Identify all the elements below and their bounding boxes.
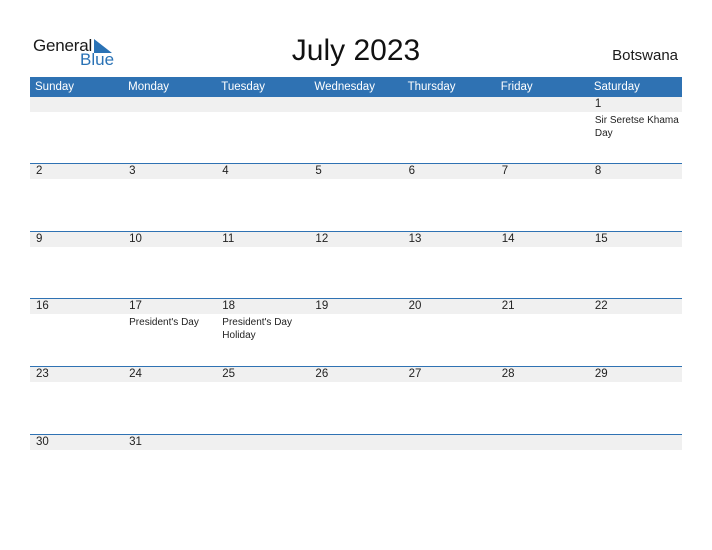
weekday-thursday: Thursday: [407, 81, 456, 93]
day-cell[interactable]: 16: [30, 299, 123, 342]
day-number: 18: [222, 300, 236, 312]
day-number: 20: [408, 300, 422, 312]
day-number: 12: [315, 233, 329, 245]
day-number: 29: [594, 368, 608, 380]
week-row: 1 Sir Seretse Khama Day: [30, 97, 682, 163]
holiday-label: President's Day: [129, 317, 199, 328]
page-title: July 2023: [291, 34, 421, 67]
country-label: Botswana: [612, 47, 678, 64]
day-number: 25: [222, 368, 236, 380]
day-cell[interactable]: 9: [30, 232, 123, 247]
day-cell: [216, 435, 309, 450]
day-cell[interactable]: 4: [216, 164, 309, 179]
day-cell[interactable]: 24: [123, 367, 216, 382]
weekday-tuesday: Tuesday: [221, 81, 265, 93]
week-row: 2 3 4 5 6 7 8: [30, 163, 682, 231]
day-number: 26: [315, 368, 329, 380]
day-number: 19: [315, 300, 329, 312]
day-cell[interactable]: 23: [30, 367, 123, 382]
day-cell: [403, 435, 496, 450]
weekday-wednesday: Wednesday: [314, 81, 375, 93]
day-number: 5: [315, 165, 322, 177]
day-cell: [403, 97, 496, 140]
day-cell[interactable]: 20: [403, 299, 496, 342]
week-row: 9 10 11 12 13 14 15: [30, 231, 682, 298]
day-cell: [216, 97, 309, 140]
day-number: 14: [501, 233, 515, 245]
day-cell[interactable]: 6: [403, 164, 496, 179]
day-number: 8: [594, 165, 602, 177]
day-number: 28: [501, 368, 515, 380]
weekday-monday: Monday: [128, 81, 170, 93]
day-cell[interactable]: 13: [403, 232, 496, 247]
week-row: 23 24 25 26 27 28 29: [30, 366, 682, 434]
day-cell[interactable]: 17 President's Day: [123, 299, 216, 342]
day-number: 7: [501, 165, 509, 177]
day-cell: [496, 97, 589, 140]
day-number: 10: [129, 233, 142, 245]
day-cell[interactable]: 26: [309, 367, 402, 382]
day-number: 23: [36, 368, 49, 380]
day-cell[interactable]: 2: [30, 164, 123, 179]
day-cell: [496, 435, 589, 450]
day-number: 13: [408, 233, 422, 245]
day-number: 31: [129, 436, 142, 448]
day-number: 6: [408, 165, 415, 177]
day-cell[interactable]: 14: [496, 232, 589, 247]
weekday-friday: Friday: [500, 81, 533, 93]
day-number: 4: [222, 165, 229, 177]
calendar-grid: Sunday Monday Tuesday Wednesday Thursday Frid…: [30, 77, 682, 501]
day-number: 27: [408, 368, 422, 380]
day-cell[interactable]: 11: [216, 232, 309, 247]
day-number: 24: [129, 368, 142, 380]
day-cell[interactable]: 3: [123, 164, 216, 179]
day-cell: [30, 97, 123, 140]
day-cell[interactable]: 31: [123, 435, 216, 450]
day-cell[interactable]: 28: [496, 367, 589, 382]
day-cell[interactable]: 7: [496, 164, 589, 179]
day-number: 1: [594, 98, 602, 110]
day-number: 16: [36, 300, 49, 312]
day-number: 30: [36, 436, 49, 448]
day-number: 11: [222, 233, 235, 245]
day-cell: [309, 97, 402, 140]
day-cell[interactable]: 1 Sir Seretse Khama Day: [589, 97, 682, 140]
holiday-label: President's Day Holiday: [222, 317, 292, 341]
holiday-label: Sir Seretse Khama Day: [594, 115, 679, 139]
day-cell: [123, 97, 216, 140]
day-cell[interactable]: 22: [589, 299, 682, 342]
weekday-saturday: Saturday: [593, 81, 640, 93]
day-cell[interactable]: 8: [589, 164, 682, 179]
day-cell[interactable]: 30: [30, 435, 123, 450]
day-cell[interactable]: 15: [589, 232, 682, 247]
week-row: 16 17 President's Day 18 President's Day Hol…: [30, 298, 682, 366]
day-number: 22: [594, 300, 608, 312]
day-cell[interactable]: 19: [309, 299, 402, 342]
day-cell[interactable]: 21: [496, 299, 589, 342]
day-cell: [589, 435, 682, 450]
day-number: 17: [129, 300, 142, 312]
weekday-header: Sunday Monday Tuesday Wednesday Thursday Frid…: [30, 77, 682, 97]
day-number: 15: [594, 233, 608, 245]
day-cell[interactable]: 18 President's Day Holiday: [216, 299, 309, 342]
day-cell[interactable]: 5: [309, 164, 402, 179]
day-number: 21: [501, 300, 515, 312]
day-cell[interactable]: 27: [403, 367, 496, 382]
day-cell[interactable]: 29: [589, 367, 682, 382]
day-cell[interactable]: 10: [123, 232, 216, 247]
week-row: 30 31: [30, 434, 682, 501]
day-cell[interactable]: 12: [309, 232, 402, 247]
day-number: 9: [36, 233, 43, 245]
day-cell[interactable]: 25: [216, 367, 309, 382]
weekday-sunday: Sunday: [35, 81, 75, 93]
day-cell: [309, 435, 402, 450]
day-number: 3: [129, 165, 136, 177]
day-number: 2: [36, 165, 43, 177]
